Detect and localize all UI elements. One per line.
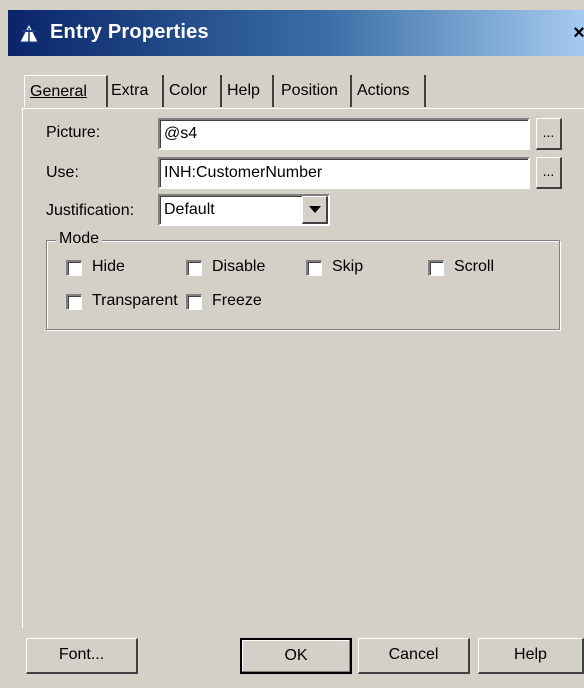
justification-label: Justification:	[46, 202, 135, 219]
freeze-checkbox-label: Freeze	[212, 292, 262, 309]
tab-general[interactable]: General	[24, 75, 108, 107]
tab-position[interactable]: Position	[276, 75, 352, 107]
justification-select[interactable]: Default	[158, 194, 330, 226]
transparent-checkbox-label: Transparent	[92, 292, 178, 309]
mode-groupbox	[46, 240, 560, 330]
use-label: Use:	[46, 164, 79, 181]
scroll-checkbox-label: Scroll	[454, 258, 495, 275]
disable-checkbox-box[interactable]	[186, 260, 202, 276]
tab-label-color: Color	[169, 82, 208, 99]
tab-label-extra: Extra	[111, 82, 149, 99]
window-title: Entry Properties	[50, 21, 209, 43]
tab-panel-top-edge	[22, 108, 584, 109]
app-icon	[19, 22, 39, 43]
tab-actions[interactable]: Actions	[352, 75, 426, 107]
hide-checkbox-box[interactable]	[66, 260, 82, 276]
disable-checkbox-label: Disable	[212, 258, 266, 275]
tab-panel-left-edge	[22, 108, 23, 628]
title-bar[interactable]: Entry Properties ×	[8, 10, 584, 56]
skip-checkbox-label: Skip	[332, 258, 364, 275]
justification-value: Default	[164, 201, 215, 218]
hide-checkbox-label: Hide	[92, 258, 125, 275]
use-browse-button[interactable]: ...	[536, 157, 562, 189]
tab-color[interactable]: Color	[164, 75, 222, 107]
font-button[interactable]: Font...	[26, 638, 138, 674]
picture-browse-button[interactable]: ...	[536, 118, 562, 150]
chevron-down-icon[interactable]	[302, 196, 328, 224]
tab-extra[interactable]: Extra	[106, 75, 164, 107]
tab-label-position: Position	[281, 82, 338, 99]
skip-checkbox-box[interactable]	[306, 260, 322, 276]
scroll-checkbox-box[interactable]	[428, 260, 444, 276]
tab-label-general: General	[30, 83, 87, 100]
tab-label-help: Help	[227, 82, 260, 99]
picture-input[interactable]: @s4	[158, 118, 530, 150]
tab-label-actions: Actions	[357, 82, 410, 99]
help-button[interactable]: Help	[478, 638, 584, 674]
close-icon[interactable]: ×	[568, 22, 584, 44]
ok-button[interactable]: OK	[240, 638, 352, 674]
mode-group-label: Mode	[56, 230, 103, 248]
freeze-checkbox-box[interactable]	[186, 294, 202, 310]
tab-help[interactable]: Help	[222, 75, 274, 107]
entry-properties-dialog: Entry Properties × General Extra Color H…	[0, 0, 584, 688]
transparent-checkbox-box[interactable]	[66, 294, 82, 310]
use-input[interactable]: INH:CustomerNumber	[158, 157, 530, 189]
picture-label: Picture:	[46, 124, 101, 141]
cancel-button[interactable]: Cancel	[358, 638, 470, 674]
